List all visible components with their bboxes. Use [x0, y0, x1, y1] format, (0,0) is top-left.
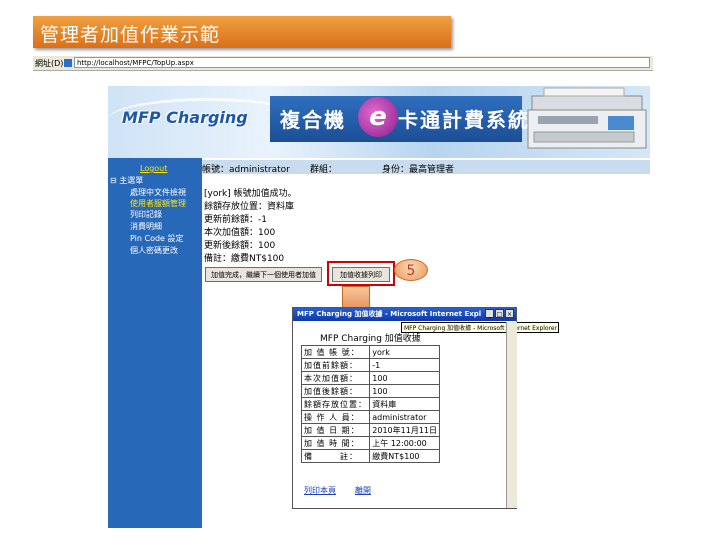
logout-link[interactable]: Logout	[140, 164, 167, 173]
result-message: [york] 帳號加值成功。	[204, 189, 297, 199]
slide-title: 管理者加值作業示範	[40, 24, 221, 46]
balance-after: 更新後餘額：100	[204, 241, 276, 251]
address-input[interactable]: http://localhost/MFPC/TopUp.aspx	[74, 57, 650, 68]
receipt-value: 繳費NT$100	[369, 449, 440, 463]
receipt-value: 上午 12:00:00	[369, 436, 440, 450]
receipt-value: york	[369, 345, 440, 359]
balance-location: 餘額存放位置：資料庫	[204, 202, 295, 212]
topup-amount: 本次加值額：100	[204, 228, 276, 238]
receipt-value: 100	[369, 384, 440, 398]
highlight-box	[327, 261, 395, 286]
receipt-value: -1	[369, 358, 440, 372]
receipt-value: 資料庫	[369, 397, 440, 411]
maximize-icon[interactable]: □	[495, 309, 504, 318]
next-user-button[interactable]: 加值完成，繼續下一個使用者加值	[205, 267, 322, 282]
close-link[interactable]: 離開	[355, 485, 371, 496]
receipt-value: 100	[369, 371, 440, 385]
popup-scrollbar[interactable]	[506, 322, 517, 508]
sidebar-item-jobs[interactable]: 處理中文件檢視	[130, 187, 186, 198]
receipt-label: 加 值 日 期：	[300, 423, 371, 437]
main-menu-label: 主選單	[119, 176, 144, 185]
address-label: 網址(D)	[35, 59, 64, 68]
system-title-right: 卡通計費系統	[398, 108, 530, 132]
table-row: 加 值 時 間： 上午 12:00:00	[300, 436, 440, 450]
receipt-label: 加 值 帳 號：	[300, 345, 371, 359]
group-info: 群組：	[310, 165, 338, 175]
receipt-value: administrator	[369, 410, 440, 424]
remark: 備註：繳費NT$100	[204, 254, 285, 264]
app-logo: MFP Charging	[122, 108, 248, 127]
table-row: 操 作 人 員： administrator	[300, 410, 440, 424]
title-tooltip: MFP Charging 加值收據 - Microsoft Internet E…	[401, 322, 559, 333]
role-info: 身份：最高管理者	[382, 165, 455, 175]
account-info: 帳號：administrator	[202, 165, 290, 175]
receipt-title: MFP Charging 加值收據	[320, 334, 421, 344]
sidebar-item-user-quota[interactable]: 使用者服額管理	[130, 198, 186, 209]
table-row: 餘額存放位置： 資料庫	[300, 397, 440, 411]
table-row: 加值前餘額： -1	[300, 358, 440, 372]
receipt-table: 加 值 帳 號： york 加值前餘額： -1 本次加值額： 100 加值後餘額： 10…	[300, 345, 440, 463]
receipt-label: 加 值 時 間：	[300, 436, 371, 450]
e-card-icon: e	[358, 97, 398, 137]
table-row: 備 註： 繳費NT$100	[300, 449, 440, 463]
system-title-left: 複合機	[280, 108, 346, 132]
receipt-label: 操 作 人 員：	[300, 410, 371, 424]
receipt-label: 加值前餘額：	[300, 358, 371, 372]
close-icon[interactable]: ×	[505, 309, 514, 318]
print-page-link[interactable]: 列印本頁	[304, 485, 336, 496]
collapse-icon[interactable]: ⊟	[110, 176, 117, 185]
sidebar-item-print-log[interactable]: 列印記錄	[130, 209, 162, 220]
table-row: 加 值 日 期： 2010年11月11日	[300, 423, 440, 437]
receipt-label: 備 註：	[300, 449, 371, 463]
receipt-label: 加值後餘額：	[300, 384, 371, 398]
table-row: 加 值 帳 號： york	[300, 345, 440, 359]
step-badge: 5	[394, 259, 428, 281]
table-row: 本次加值額： 100	[300, 371, 440, 385]
receipt-label: 本次加值額：	[300, 371, 371, 385]
page-icon	[64, 59, 72, 67]
sidebar-item-expense[interactable]: 消費明細	[130, 221, 162, 232]
sidebar-item-password[interactable]: 個人密碼更改	[130, 245, 178, 256]
receipt-label: 餘額存放位置：	[300, 397, 371, 411]
sidebar-item-pincode[interactable]: Pin Code 設定	[130, 233, 184, 244]
main-menu-heading: ⊟ 主選單	[110, 175, 143, 186]
table-row: 加值後餘額： 100	[300, 384, 440, 398]
popup-window-title: MFP Charging 加值收據 - Microsoft Internet E…	[297, 310, 482, 318]
balance-before: 更新前餘額：-1	[204, 215, 267, 225]
receipt-value: 2010年11月11日	[369, 423, 440, 437]
printer-icon	[527, 87, 647, 149]
minimize-icon[interactable]: _	[485, 309, 494, 318]
